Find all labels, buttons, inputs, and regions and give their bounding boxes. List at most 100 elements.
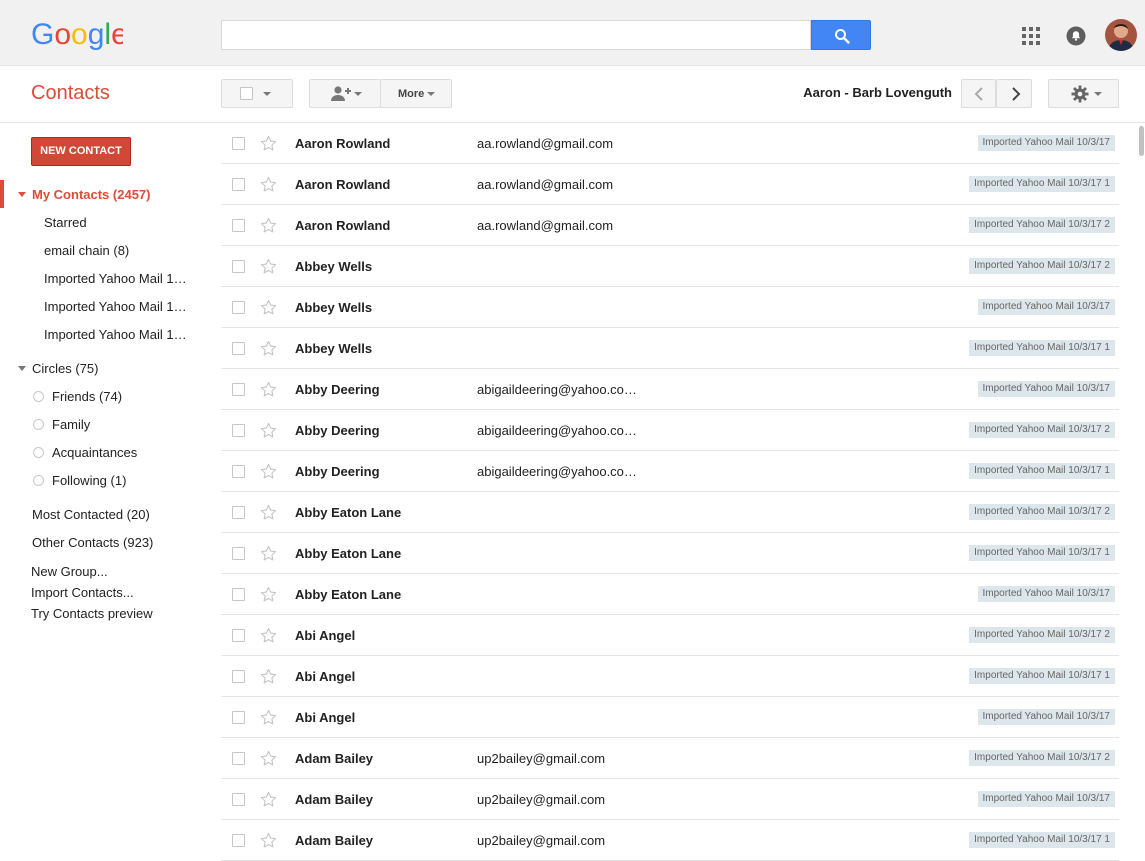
previous-page-button[interactable] xyxy=(961,79,996,108)
contact-name[interactable]: Aaron Rowland xyxy=(295,136,390,151)
star-icon[interactable] xyxy=(260,340,277,357)
contact-name[interactable]: Abby Eaton Lane xyxy=(295,546,401,561)
star-icon[interactable] xyxy=(260,299,277,316)
apps-grid-icon[interactable] xyxy=(1022,27,1040,45)
sidebar-item-circles[interactable]: Circles (75) xyxy=(32,361,98,376)
new-group-link[interactable]: New Group... xyxy=(31,564,108,579)
contact-email[interactable]: aa.rowland@gmail.com xyxy=(477,177,613,192)
row-checkbox[interactable] xyxy=(232,137,245,150)
row-checkbox[interactable] xyxy=(232,383,245,396)
star-icon[interactable] xyxy=(260,791,277,808)
more-actions-button[interactable]: More xyxy=(380,79,452,108)
row-checkbox[interactable] xyxy=(232,424,245,437)
table-row[interactable]: Abbey Wells Imported Yahoo Mail 10/3/17 2 xyxy=(221,246,1119,287)
group-label-badge[interactable]: Imported Yahoo Mail 10/3/17 2 xyxy=(969,504,1115,520)
contact-name[interactable]: Abby Eaton Lane xyxy=(295,505,401,520)
table-row[interactable]: Abbey Wells Imported Yahoo Mail 10/3/17 xyxy=(221,287,1119,328)
row-checkbox[interactable] xyxy=(232,301,245,314)
collapse-triangle-icon[interactable] xyxy=(18,192,26,197)
table-row[interactable]: Aaron Rowland aa.rowland@gmail.com Importe… xyxy=(221,123,1119,164)
group-label-badge[interactable]: Imported Yahoo Mail 10/3/17 2 xyxy=(969,217,1115,233)
row-checkbox[interactable] xyxy=(232,178,245,191)
table-row[interactable]: Abby Eaton Lane Imported Yahoo Mail 10/3/… xyxy=(221,492,1119,533)
contact-name[interactable]: Abbey Wells xyxy=(295,259,372,274)
sidebar-item-imported-group[interactable]: Imported Yahoo Mail 1… xyxy=(44,271,187,286)
star-icon[interactable] xyxy=(260,627,277,644)
group-label-badge[interactable]: Imported Yahoo Mail 10/3/17 xyxy=(977,586,1115,602)
sidebar-item-other-contacts[interactable]: Other Contacts (923) xyxy=(32,535,153,550)
star-icon[interactable] xyxy=(260,176,277,193)
star-icon[interactable] xyxy=(260,463,277,480)
contact-email[interactable]: aa.rowland@gmail.com xyxy=(477,136,613,151)
sidebar-item-imported-group[interactable]: Imported Yahoo Mail 1… xyxy=(44,299,187,314)
add-to-group-button[interactable] xyxy=(309,79,381,108)
group-label-badge[interactable]: Imported Yahoo Mail 10/3/17 xyxy=(977,381,1115,397)
row-checkbox[interactable] xyxy=(232,629,245,642)
star-icon[interactable] xyxy=(260,709,277,726)
sidebar-item-email-chain[interactable]: email chain (8) xyxy=(44,243,129,258)
sidebar-item-starred[interactable]: Starred xyxy=(44,215,87,230)
table-row[interactable]: Aaron Rowland aa.rowland@gmail.com Importe… xyxy=(221,205,1119,246)
avatar[interactable] xyxy=(1105,19,1137,51)
group-label-badge[interactable]: Imported Yahoo Mail 10/3/17 xyxy=(977,709,1115,725)
group-label-badge[interactable]: Imported Yahoo Mail 10/3/17 2 xyxy=(969,750,1115,766)
search-input[interactable] xyxy=(221,20,811,50)
page-title[interactable]: Contacts xyxy=(31,82,110,105)
sidebar-item-family[interactable]: Family xyxy=(52,417,90,432)
sidebar-item-imported-group[interactable]: Imported Yahoo Mail 1… xyxy=(44,327,187,342)
contact-email[interactable]: up2bailey@gmail.com xyxy=(477,792,605,807)
contact-name[interactable]: Abi Angel xyxy=(295,669,355,684)
star-icon[interactable] xyxy=(260,832,277,849)
table-row[interactable]: Abby Deering abigaildeering@yahoo.co… Impo… xyxy=(221,451,1119,492)
group-label-badge[interactable]: Imported Yahoo Mail 10/3/17 2 xyxy=(969,422,1115,438)
table-row[interactable]: Abby Deering abigaildeering@yahoo.co… Impo… xyxy=(221,410,1119,451)
contact-email[interactable]: up2bailey@gmail.com xyxy=(477,833,605,848)
group-label-badge[interactable]: Imported Yahoo Mail 10/3/17 xyxy=(977,299,1115,315)
sidebar-item-most-contacted[interactable]: Most Contacted (20) xyxy=(32,507,150,522)
group-label-badge[interactable]: Imported Yahoo Mail 10/3/17 1 xyxy=(969,340,1115,356)
table-row[interactable]: Abby Eaton Lane Imported Yahoo Mail 10/3/… xyxy=(221,574,1119,615)
group-label-badge[interactable]: Imported Yahoo Mail 10/3/17 1 xyxy=(969,668,1115,684)
contact-name[interactable]: Abby Deering xyxy=(295,464,380,479)
collapse-triangle-icon[interactable] xyxy=(18,366,26,371)
sidebar-item-acquaintances[interactable]: Acquaintances xyxy=(52,445,137,460)
table-row[interactable]: Abi Angel Imported Yahoo Mail 10/3/17 1 xyxy=(221,656,1119,697)
table-row[interactable]: Abi Angel Imported Yahoo Mail 10/3/17 2 xyxy=(221,615,1119,656)
sidebar-item-following[interactable]: Following (1) xyxy=(52,473,126,488)
import-contacts-link[interactable]: Import Contacts... xyxy=(31,585,134,600)
row-checkbox[interactable] xyxy=(232,793,245,806)
settings-dropdown[interactable] xyxy=(1048,79,1119,108)
contact-name[interactable]: Abby Eaton Lane xyxy=(295,587,401,602)
table-row[interactable]: Adam Bailey up2bailey@gmail.com Imported Y… xyxy=(221,779,1119,820)
star-icon[interactable] xyxy=(260,586,277,603)
table-row[interactable]: Adam Bailey up2bailey@gmail.com Imported Y… xyxy=(221,820,1119,861)
row-checkbox[interactable] xyxy=(232,342,245,355)
row-checkbox[interactable] xyxy=(232,547,245,560)
group-label-badge[interactable]: Imported Yahoo Mail 10/3/17 2 xyxy=(969,258,1115,274)
row-checkbox[interactable] xyxy=(232,670,245,683)
star-icon[interactable] xyxy=(260,381,277,398)
google-logo[interactable]: Google xyxy=(31,16,123,52)
table-row[interactable]: Abby Deering abigaildeering@yahoo.co… Impo… xyxy=(221,369,1119,410)
contact-name[interactable]: Adam Bailey xyxy=(295,792,373,807)
table-row[interactable]: Abby Eaton Lane Imported Yahoo Mail 10/3/… xyxy=(221,533,1119,574)
contact-name[interactable]: Aaron Rowland xyxy=(295,218,390,233)
try-contacts-preview-link[interactable]: Try Contacts preview xyxy=(31,606,153,621)
contact-email[interactable]: abigaildeering@yahoo.co… xyxy=(477,464,637,479)
contact-name[interactable]: Abi Angel xyxy=(295,710,355,725)
contact-email[interactable]: aa.rowland@gmail.com xyxy=(477,218,613,233)
row-checkbox[interactable] xyxy=(232,834,245,847)
new-contact-button[interactable]: NEW CONTACT xyxy=(31,137,131,166)
row-checkbox[interactable] xyxy=(232,219,245,232)
sidebar-item-my-contacts[interactable]: My Contacts (2457) xyxy=(32,187,150,202)
star-icon[interactable] xyxy=(260,504,277,521)
contact-name[interactable]: Abby Deering xyxy=(295,382,380,397)
table-row[interactable]: Abi Angel Imported Yahoo Mail 10/3/17 xyxy=(221,697,1119,738)
contact-email[interactable]: up2bailey@gmail.com xyxy=(477,751,605,766)
star-icon[interactable] xyxy=(260,135,277,152)
contact-email[interactable]: abigaildeering@yahoo.co… xyxy=(477,423,637,438)
contact-name[interactable]: Aaron Rowland xyxy=(295,177,390,192)
select-all-checkbox[interactable] xyxy=(240,87,253,100)
contact-name[interactable]: Abby Deering xyxy=(295,423,380,438)
row-checkbox[interactable] xyxy=(232,465,245,478)
